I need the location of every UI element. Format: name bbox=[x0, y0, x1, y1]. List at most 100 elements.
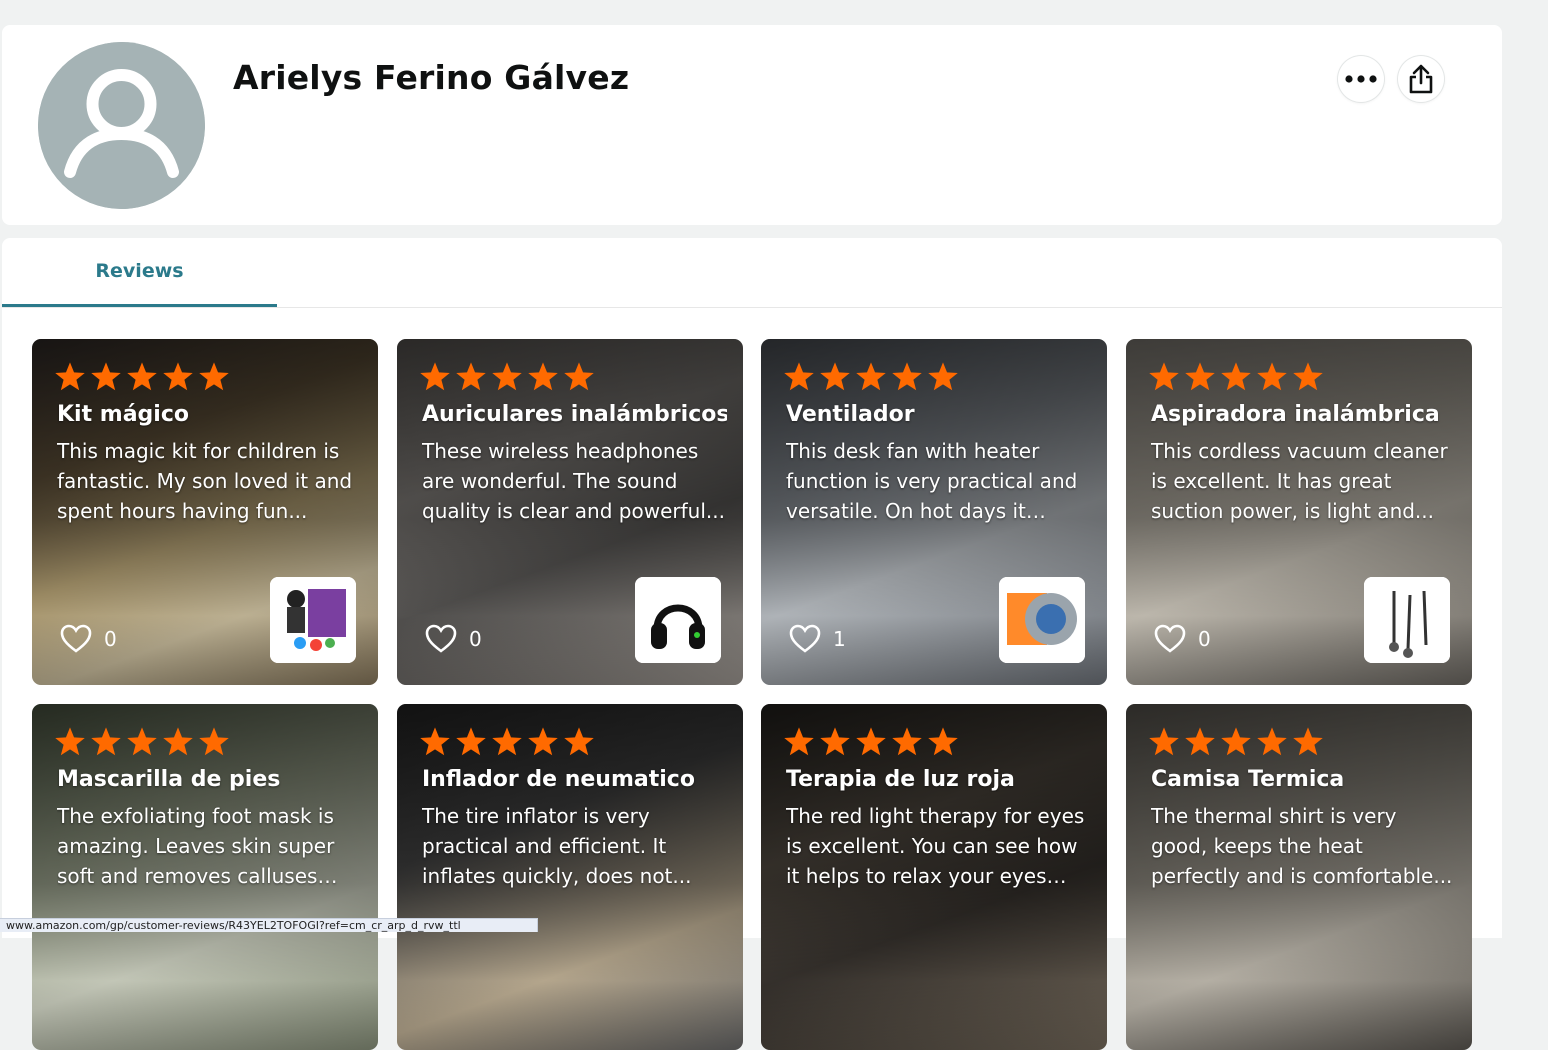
star-icon bbox=[928, 362, 958, 391]
star-icon bbox=[199, 362, 229, 391]
more-horizontal-icon bbox=[1345, 75, 1377, 83]
review-text: This desk fan with heater function is ve… bbox=[786, 439, 1078, 523]
review-title: Ventilador bbox=[786, 402, 915, 427]
share-icon bbox=[1409, 64, 1433, 94]
share-button[interactable] bbox=[1398, 56, 1444, 102]
review-title: Auriculares inalámbricos bbox=[422, 402, 727, 427]
review-card[interactable]: Ventilador This desk fan with heater func… bbox=[761, 339, 1107, 685]
like-button[interactable]: 0 bbox=[60, 624, 117, 654]
star-icon bbox=[564, 362, 594, 391]
heart-icon bbox=[60, 624, 92, 653]
review-text: The exfoliating foot mask is amazing. Le… bbox=[57, 804, 335, 888]
star-icon bbox=[492, 362, 522, 391]
star-icon bbox=[127, 727, 157, 756]
profile-name: Arielys Ferino Gálvez bbox=[233, 58, 630, 97]
review-title: Mascarilla de pies bbox=[57, 767, 281, 792]
star-icon bbox=[1185, 727, 1215, 756]
star-icon bbox=[892, 362, 922, 391]
star-icon bbox=[163, 727, 193, 756]
star-icon bbox=[91, 727, 121, 756]
like-button[interactable]: 1 bbox=[789, 624, 846, 654]
product-image-icon bbox=[1364, 577, 1450, 663]
star-icon bbox=[1149, 362, 1179, 391]
tab-bar: Reviews bbox=[2, 238, 1502, 308]
star-icon bbox=[1293, 727, 1323, 756]
review-card[interactable]: Mascarilla de pies The exfoliating foot m… bbox=[32, 704, 378, 1050]
star-icon bbox=[1293, 362, 1323, 391]
like-button[interactable]: 0 bbox=[425, 624, 482, 654]
review-card[interactable]: Kit mágico This magic kit for children is… bbox=[32, 339, 378, 685]
star-icon bbox=[528, 362, 558, 391]
star-icon bbox=[856, 727, 886, 756]
product-image-icon bbox=[999, 577, 1085, 663]
star-icon bbox=[55, 727, 85, 756]
star-rating bbox=[782, 361, 960, 393]
product-image-icon bbox=[270, 577, 356, 663]
star-icon bbox=[1221, 362, 1251, 391]
star-icon bbox=[199, 727, 229, 756]
review-card[interactable]: Terapia de luz roja The red light therapy… bbox=[761, 704, 1107, 1050]
like-button[interactable]: 0 bbox=[1154, 624, 1211, 654]
star-icon bbox=[1221, 727, 1251, 756]
product-image-icon bbox=[635, 577, 721, 663]
profile-header: Arielys Ferino Gálvez bbox=[2, 25, 1502, 225]
star-icon bbox=[1185, 362, 1215, 391]
star-icon bbox=[492, 727, 522, 756]
star-icon bbox=[784, 362, 814, 391]
star-rating bbox=[418, 361, 596, 393]
star-icon bbox=[856, 362, 886, 391]
review-text: This cordless vacuum cleaner is excellen… bbox=[1151, 439, 1448, 523]
review-title: Aspiradora inalámbrica bbox=[1151, 402, 1440, 427]
like-count: 0 bbox=[104, 627, 117, 651]
star-icon bbox=[784, 727, 814, 756]
star-rating bbox=[53, 726, 231, 758]
tab-reviews[interactable]: Reviews bbox=[2, 238, 277, 307]
heart-icon bbox=[1154, 624, 1186, 653]
heart-icon bbox=[789, 624, 821, 653]
review-card[interactable]: Aspiradora inalámbrica This cordless vacu… bbox=[1126, 339, 1472, 685]
star-icon bbox=[820, 362, 850, 391]
review-text: The tire inflator is very practical and … bbox=[422, 804, 692, 888]
review-text: These wireless headphones are wonderful.… bbox=[422, 439, 725, 523]
review-text: The thermal shirt is very good, keeps th… bbox=[1151, 804, 1453, 888]
review-title: Terapia de luz roja bbox=[786, 767, 1015, 792]
user-silhouette-icon bbox=[38, 42, 205, 209]
star-rating bbox=[53, 361, 231, 393]
more-options-button[interactable] bbox=[1338, 56, 1384, 102]
heart-icon bbox=[425, 624, 457, 653]
star-icon bbox=[456, 727, 486, 756]
star-icon bbox=[928, 727, 958, 756]
review-card[interactable]: Camisa Termica The thermal shirt is very … bbox=[1126, 704, 1472, 1050]
review-card[interactable]: Inflador de neumatico The tire inflator i… bbox=[397, 704, 743, 1050]
star-rating bbox=[1147, 361, 1325, 393]
product-thumbnail[interactable] bbox=[270, 577, 356, 663]
link-status-url: www.amazon.com/gp/customer-reviews/R43YE… bbox=[0, 918, 538, 932]
like-count: 0 bbox=[1198, 627, 1211, 651]
star-icon bbox=[127, 362, 157, 391]
star-rating bbox=[418, 726, 596, 758]
product-thumbnail[interactable] bbox=[1364, 577, 1450, 663]
star-icon bbox=[55, 362, 85, 391]
product-thumbnail[interactable] bbox=[635, 577, 721, 663]
star-icon bbox=[91, 362, 121, 391]
review-text: This magic kit for children is fantastic… bbox=[57, 439, 353, 523]
review-title: Camisa Termica bbox=[1151, 767, 1345, 792]
star-rating bbox=[782, 726, 960, 758]
star-icon bbox=[163, 362, 193, 391]
star-icon bbox=[420, 362, 450, 391]
star-icon bbox=[820, 727, 850, 756]
star-icon bbox=[892, 727, 922, 756]
review-title: Inflador de neumatico bbox=[422, 767, 695, 792]
avatar bbox=[38, 42, 205, 209]
like-count: 0 bbox=[469, 627, 482, 651]
star-icon bbox=[528, 727, 558, 756]
product-thumbnail[interactable] bbox=[999, 577, 1085, 663]
review-text: The red light therapy for eyes is excell… bbox=[786, 804, 1085, 888]
star-icon bbox=[420, 727, 450, 756]
star-icon bbox=[1257, 362, 1287, 391]
review-card[interactable]: Auriculares inalámbricos These wireless h… bbox=[397, 339, 743, 685]
star-icon bbox=[564, 727, 594, 756]
review-title: Kit mágico bbox=[57, 402, 189, 427]
star-rating bbox=[1147, 726, 1325, 758]
star-icon bbox=[1257, 727, 1287, 756]
